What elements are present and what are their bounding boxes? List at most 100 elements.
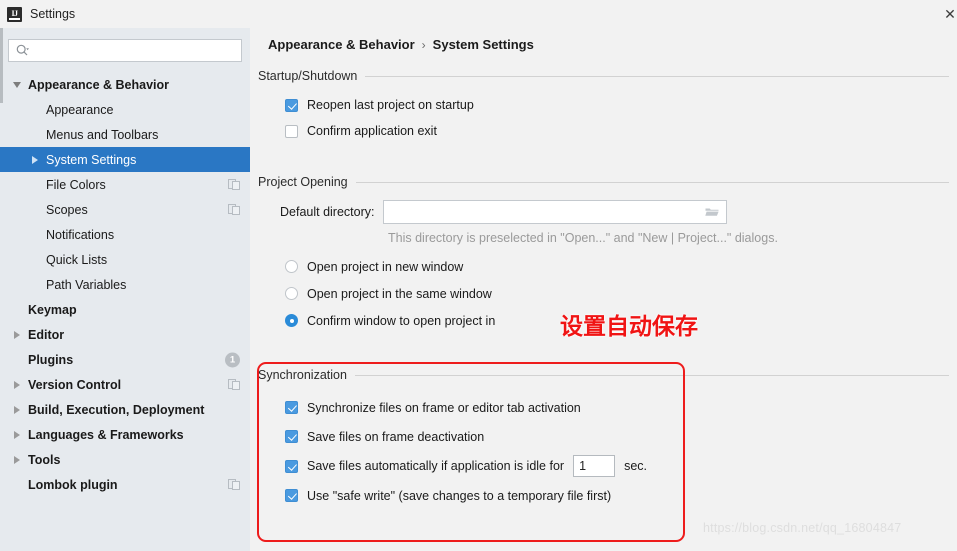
checkbox-save-when-idle[interactable] [285,459,298,473]
sidebar-item-label: Notifications [46,227,115,242]
sidebar-item-editor[interactable]: Editor [0,322,250,347]
trailing-slot [228,178,240,191]
radio-row-open-same-window[interactable]: Open project in the same window [285,280,949,307]
sidebar-item-label: Build, Execution, Deployment [28,402,205,417]
checkbox-row-reopen-last-project[interactable]: Reopen last project on startup [285,92,949,118]
sidebar-item-keymap[interactable]: Keymap [0,297,250,322]
idle-seconds-input[interactable] [574,456,615,476]
checkbox-row-sync-files-on-activation[interactable]: Synchronize files on frame or editor tab… [285,393,949,422]
radio-label-open-same-window: Open project in the same window [307,286,492,301]
checkbox-sync-files-on-activation[interactable] [285,401,298,414]
tree-toggle-cell[interactable] [6,81,28,88]
checkbox-confirm-application-exit[interactable] [285,124,298,138]
radio-open-new-window[interactable] [285,260,298,273]
status-badge: 1 [225,352,240,367]
group-title-synchronization: Synchronization [258,368,347,382]
sidebar-item-tools[interactable]: Tools [0,447,250,472]
sidebar-item-build-execution-deployment[interactable]: Build, Execution, Deployment [0,397,250,422]
checkbox-reopen-last-project[interactable] [285,98,298,112]
group-synchronization: Synchronization Synchronize files on fra… [258,368,949,510]
chevron-right-icon[interactable] [14,430,20,439]
sidebar-item-label: Version Control [28,377,122,392]
checkbox-label-sync-files-on-activation: Synchronize files on frame or editor tab… [307,400,581,415]
chevron-right-icon[interactable] [14,330,20,339]
breadcrumb-current: System Settings [432,37,534,52]
checkbox-row-save-on-frame-deactivation[interactable]: Save files on frame deactivation [285,422,949,451]
default-directory-input[interactable] [384,201,706,223]
sidebar-item-version-control[interactable]: Version Control [0,372,250,397]
sidebar-item-label: Keymap [28,302,77,317]
checkbox-label-save-when-idle: Save files automatically if application … [307,459,565,473]
sidebar-item-appearance-behavior[interactable]: Appearance & Behavior [0,72,250,97]
idle-seconds-suffix: sec. [624,459,648,473]
copy-icon[interactable] [228,178,240,191]
radio-row-open-new-window[interactable]: Open project in new window [285,253,949,280]
sidebar-item-label: Lombok plugin [28,477,118,492]
group-title-startup-shutdown: Startup/Shutdown [258,69,358,83]
tree-toggle-cell[interactable] [6,430,28,439]
copy-icon[interactable] [228,478,240,491]
search-icon [16,44,29,57]
radio-open-same-window[interactable] [285,287,298,300]
group-divider [365,75,949,77]
sidebar-item-scopes[interactable]: Scopes [0,197,250,222]
radio-label-confirm-window: Confirm window to open project in [307,313,496,328]
checkbox-row-save-when-idle[interactable]: Save files automatically if application … [285,451,949,481]
close-icon[interactable]: ✕ [939,4,957,24]
trailing-slot [228,378,240,391]
copy-icon[interactable] [228,378,240,391]
breadcrumb-parent[interactable]: Appearance & Behavior [268,37,415,52]
breadcrumb-separator-icon: › [421,37,426,52]
chevron-right-icon[interactable] [14,380,20,389]
chevron-down-icon[interactable] [13,81,21,88]
sidebar-item-label: Quick Lists [46,252,108,267]
checkbox-label-reopen-last-project: Reopen last project on startup [307,98,474,112]
folder-icon[interactable] [705,206,720,218]
sidebar-item-file-colors[interactable]: File Colors [0,172,250,197]
group-header-project-opening: Project Opening [258,175,949,189]
search-box[interactable] [8,39,242,62]
default-directory-row: Default directory: [258,200,949,224]
sidebar-item-system-settings[interactable]: System Settings [0,147,250,172]
sidebar-item-label: Appearance & Behavior [28,77,170,92]
sidebar-item-label: Scopes [46,202,88,217]
sidebar-item-label: Plugins [28,352,74,367]
tree-toggle-cell[interactable] [6,405,28,414]
settings-dialog: IJ Settings ✕ Appearance & Behavior Appea… [0,0,957,551]
checkbox-row-safe-write[interactable]: Use "safe write" (save changes to a temp… [285,481,949,510]
group-title-project-opening: Project Opening [258,175,348,189]
sidebar-item-menus-and-toolbars[interactable]: Menus and Toolbars [0,122,250,147]
trailing-slot [228,478,240,491]
sidebar-item-path-variables[interactable]: Path Variables [0,272,250,297]
copy-icon[interactable] [228,203,240,216]
sidebar-item-label: Languages & Frameworks [28,427,184,442]
tree-toggle-cell[interactable] [24,155,46,164]
sidebar-item-plugins[interactable]: Plugins 1 [0,347,250,372]
chevron-right-icon[interactable] [14,405,20,414]
default-directory-field[interactable] [383,200,728,224]
radio-label-open-new-window: Open project in new window [307,259,464,274]
checkbox-label-safe-write: Use "safe write" (save changes to a temp… [307,488,612,503]
tree-toggle-cell[interactable] [6,330,28,339]
tree-toggle-cell[interactable] [6,380,28,389]
chevron-right-icon[interactable] [14,455,20,464]
checkbox-safe-write[interactable] [285,489,298,502]
intellij-idea-icon: IJ [7,6,22,22]
group-startup-shutdown: Startup/Shutdown Reopen last project on … [258,69,949,144]
checkbox-label-save-on-frame-deactivation: Save files on frame deactivation [307,429,485,444]
breadcrumb: Appearance & Behavior › System Settings [268,37,534,52]
sidebar-item-lombok-plugin[interactable]: Lombok plugin [0,472,250,497]
idle-seconds-field[interactable] [573,455,616,477]
sidebar-item-notifications[interactable]: Notifications [0,222,250,247]
window-title: Settings [30,7,76,21]
checkbox-save-on-frame-deactivation[interactable] [285,430,298,443]
sidebar-item-quick-lists[interactable]: Quick Lists [0,247,250,272]
checkbox-row-confirm-application-exit[interactable]: Confirm application exit [285,118,949,144]
chevron-right-icon[interactable] [32,155,38,164]
tree-toggle-cell[interactable] [6,455,28,464]
search-input[interactable] [29,40,241,61]
radio-confirm-window[interactable] [285,314,298,327]
default-directory-hint: This directory is preselected in "Open..… [388,231,778,245]
sidebar-item-languages-frameworks[interactable]: Languages & Frameworks [0,422,250,447]
sidebar-item-appearance[interactable]: Appearance [0,97,250,122]
